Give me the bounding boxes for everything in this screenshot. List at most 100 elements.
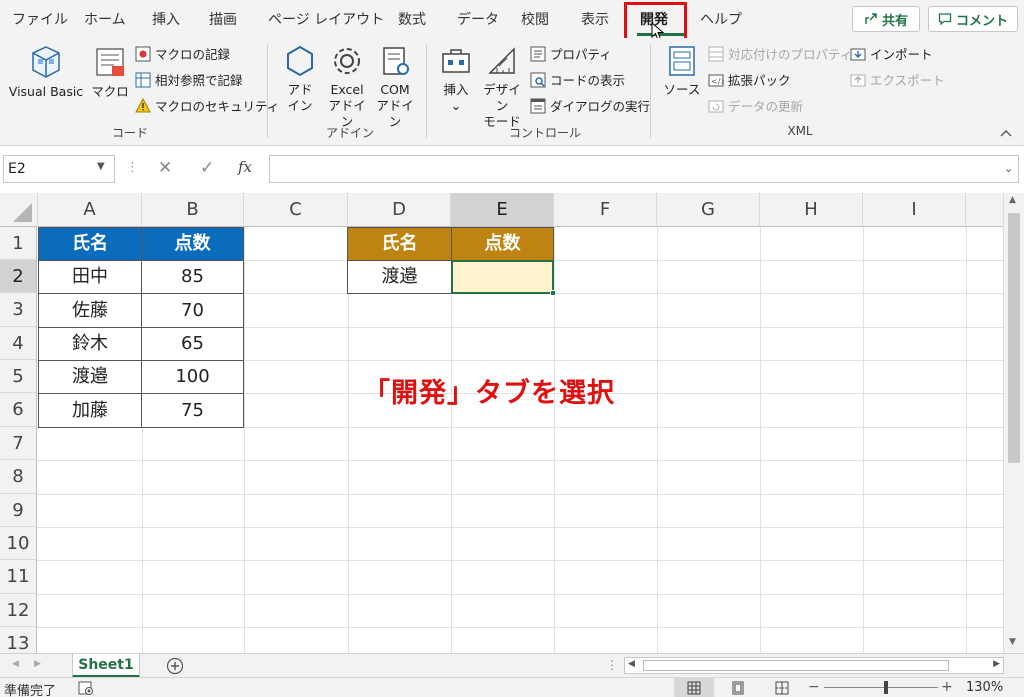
expansion-packs-button[interactable]: </> 拡張パック xyxy=(708,70,791,89)
row-header-11[interactable]: 11 xyxy=(0,560,37,594)
vertical-scrollbar[interactable]: ▲ ▼ xyxy=(1003,193,1024,653)
table1-cell-score[interactable]: 70 xyxy=(141,293,244,328)
row-header-10[interactable]: 10 xyxy=(0,527,37,560)
com-addins-button[interactable]: COM アドイン xyxy=(372,44,418,130)
visual-basic-button[interactable]: Visual Basic xyxy=(6,44,86,100)
row-header-7[interactable]: 7 xyxy=(0,427,37,460)
macro-recording-icon[interactable] xyxy=(78,681,94,695)
insert-function-icon[interactable]: fx xyxy=(238,158,252,176)
scroll-left-icon[interactable]: ◀ xyxy=(628,659,635,669)
relative-references-button[interactable]: 相対参照で記録 xyxy=(135,70,243,89)
vertical-scroll-thumb[interactable] xyxy=(1008,213,1020,463)
scroll-right-icon[interactable]: ▶ xyxy=(993,659,1000,669)
column-header-g[interactable]: G xyxy=(657,193,760,227)
view-code-button[interactable]: コードの表示 xyxy=(530,70,625,89)
tab-formulas[interactable]: 数式 xyxy=(398,9,426,29)
prev-sheet-icon[interactable]: ◀ xyxy=(12,659,19,669)
row-header-9[interactable]: 9 xyxy=(0,494,37,527)
record-macro-button[interactable]: マクロの記録 xyxy=(135,44,230,63)
split-grip-icon[interactable]: ⋮ xyxy=(606,658,618,672)
table1-header-name[interactable]: 氏名 xyxy=(38,227,142,261)
page-break-preview-icon[interactable] xyxy=(775,681,789,695)
properties-button[interactable]: プロパティ xyxy=(530,44,612,63)
refresh-data-button[interactable]: データの更新 xyxy=(708,96,803,115)
table1-cell-score[interactable]: 75 xyxy=(141,393,244,428)
excel-addins-button[interactable]: Excel アドイン xyxy=(324,44,370,130)
table1-cell-name[interactable]: 鈴木 xyxy=(38,327,142,361)
table1-cell-score[interactable]: 100 xyxy=(141,360,244,394)
tab-page-layout[interactable]: ページ レイアウト xyxy=(268,9,384,29)
horizontal-scroll-thumb[interactable] xyxy=(643,660,949,671)
zoom-slider-thumb[interactable] xyxy=(884,681,888,694)
row-header-5[interactable]: 5 xyxy=(0,360,37,393)
column-header-b[interactable]: B xyxy=(142,193,244,227)
comments-button[interactable]: コメント xyxy=(928,6,1018,32)
row-header-13[interactable]: 13 xyxy=(0,627,37,653)
next-sheet-icon[interactable]: ▶ xyxy=(34,659,41,669)
column-header-i[interactable]: I xyxy=(863,193,966,227)
macro-security-button[interactable]: マクロのセキュリティ xyxy=(135,96,279,115)
column-header-f[interactable]: F xyxy=(554,193,657,227)
expand-formula-bar-icon[interactable]: ⌄ xyxy=(1004,162,1013,175)
column-header-c[interactable]: C xyxy=(244,193,348,227)
export-button[interactable]: エクスポート xyxy=(850,70,945,89)
row-header-6[interactable]: 6 xyxy=(0,393,37,427)
zoom-in-icon[interactable]: + xyxy=(941,679,953,695)
table2-cell-name[interactable]: 渡邉 xyxy=(347,260,452,294)
column-header-d[interactable]: D xyxy=(348,193,451,227)
row-header-12[interactable]: 12 xyxy=(0,594,37,627)
table2-header-score[interactable]: 点数 xyxy=(451,227,554,261)
row-header-3[interactable]: 3 xyxy=(0,293,37,327)
insert-control-button[interactable]: 挿入 ⌄ xyxy=(436,44,476,114)
table1-cell-name[interactable]: 渡邉 xyxy=(38,360,142,394)
collapse-ribbon-icon[interactable] xyxy=(1000,128,1012,138)
addins-button[interactable]: アド イン xyxy=(280,44,320,114)
tab-help[interactable]: ヘルプ xyxy=(700,9,742,29)
column-header-h[interactable]: H xyxy=(760,193,863,227)
formula-input[interactable] xyxy=(269,155,1019,183)
table1-cell-name[interactable]: 佐藤 xyxy=(38,293,142,328)
table2-header-name[interactable]: 氏名 xyxy=(347,227,452,261)
row-header-1[interactable]: 1 xyxy=(0,227,37,260)
tab-draw[interactable]: 描画 xyxy=(209,9,237,29)
import-button[interactable]: インポート xyxy=(850,44,933,63)
selected-cell-e2[interactable] xyxy=(451,260,554,294)
name-box-dropdown-icon[interactable]: ▼ xyxy=(97,161,105,172)
normal-view-button[interactable] xyxy=(674,678,714,697)
scroll-down-icon[interactable]: ▼ xyxy=(1009,637,1016,647)
zoom-slider-track[interactable] xyxy=(824,687,938,688)
column-header-a[interactable]: A xyxy=(38,193,142,227)
scroll-up-icon[interactable]: ▲ xyxy=(1009,195,1016,205)
design-mode-button[interactable]: デザイン モード xyxy=(480,44,524,130)
run-dialog-button[interactable]: ダイアログの実行 xyxy=(530,96,650,115)
add-sheet-icon[interactable] xyxy=(166,657,184,675)
table1-cell-score[interactable]: 85 xyxy=(141,260,244,294)
tab-insert[interactable]: 挿入 xyxy=(152,9,180,29)
horizontal-scrollbar[interactable]: ◀ ▶ xyxy=(624,657,1004,674)
table1-cell-score[interactable]: 65 xyxy=(141,327,244,361)
cancel-icon[interactable]: ✕ xyxy=(158,158,172,178)
map-properties-button[interactable]: 対応付けのプロパティ xyxy=(708,44,852,63)
zoom-out-icon[interactable]: − xyxy=(808,679,820,695)
table1-header-score[interactable]: 点数 xyxy=(141,227,244,261)
select-all-corner[interactable] xyxy=(0,193,38,227)
page-layout-view-icon[interactable] xyxy=(731,681,745,695)
xml-source-button[interactable]: ソース xyxy=(660,44,704,98)
macros-button[interactable]: マクロ xyxy=(88,44,132,100)
tab-home[interactable]: ホーム xyxy=(84,9,126,29)
worksheet-grid[interactable]: A B C D E F G H I 1 2 3 4 5 6 7 8 9 10 1… xyxy=(0,193,1003,653)
tab-data[interactable]: データ xyxy=(457,9,499,29)
enter-icon[interactable]: ✓ xyxy=(200,158,214,178)
column-header-e[interactable]: E xyxy=(451,193,554,227)
tab-file[interactable]: ファイル xyxy=(12,9,68,29)
tab-review[interactable]: 校閲 xyxy=(521,9,549,29)
zoom-level[interactable]: 130% xyxy=(966,680,1003,695)
share-button[interactable]: 共有 xyxy=(852,6,920,32)
row-header-4[interactable]: 4 xyxy=(0,327,37,360)
table1-cell-name[interactable]: 加藤 xyxy=(38,393,142,428)
tab-view[interactable]: 表示 xyxy=(581,9,609,29)
sheet-tab-sheet1[interactable]: Sheet1 xyxy=(72,654,140,678)
table1-cell-name[interactable]: 田中 xyxy=(38,260,142,294)
row-header-2[interactable]: 2 xyxy=(0,260,37,293)
fill-handle[interactable] xyxy=(550,290,556,296)
